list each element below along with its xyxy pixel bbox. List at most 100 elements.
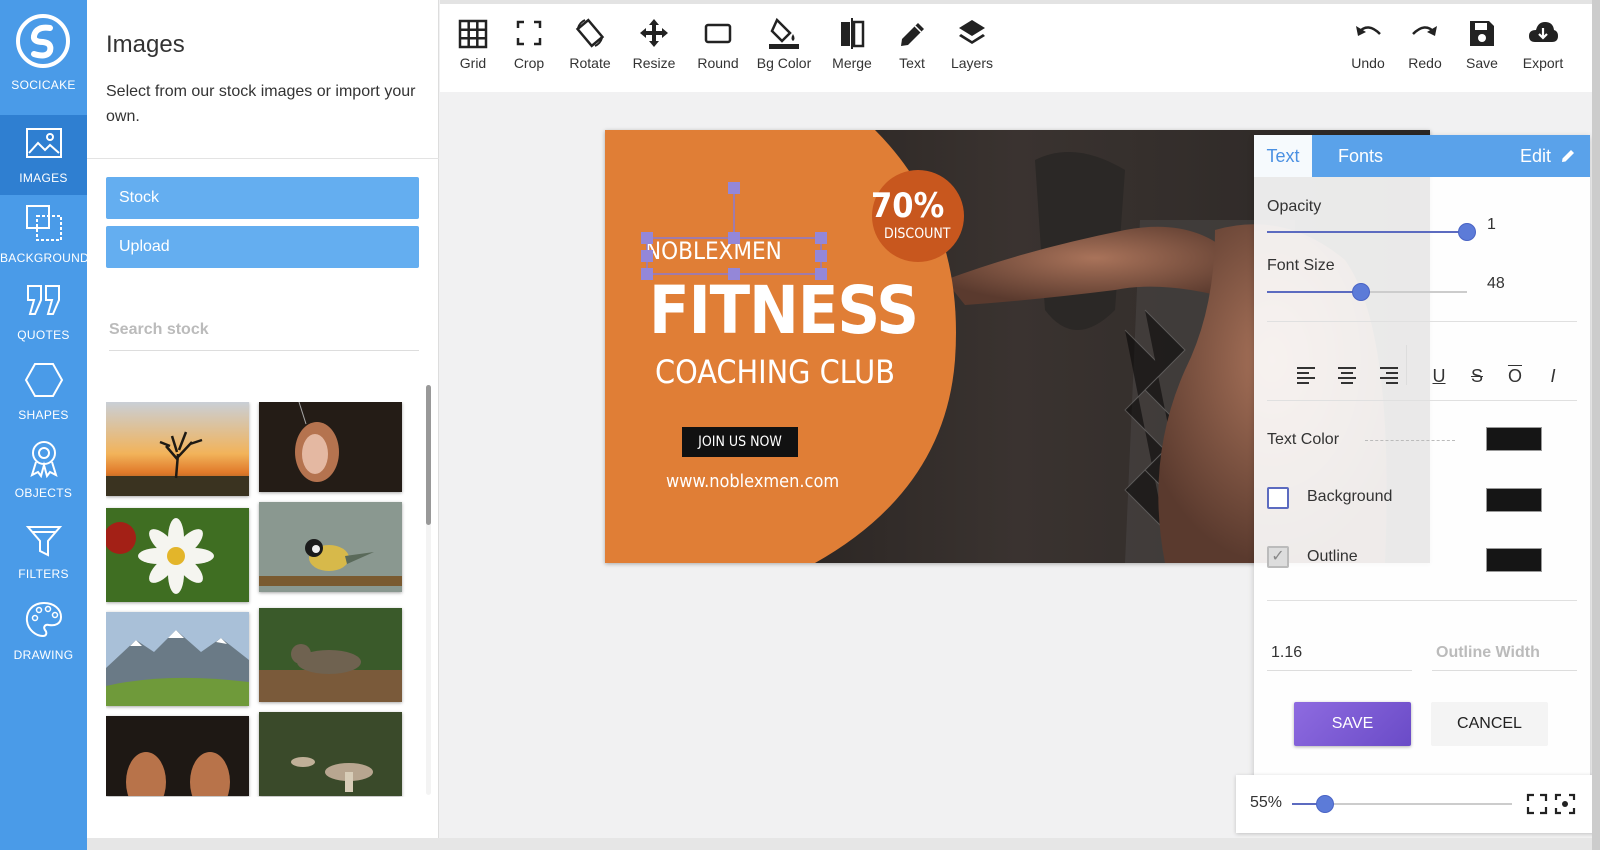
opacity-value: 1 [1487, 216, 1496, 233]
overline-icon[interactable]: O [1500, 363, 1530, 389]
upload-button[interactable]: Upload [106, 226, 419, 268]
text-properties-panel: Text Fonts Edit Opacity 1 Font Size 48 U… [1254, 135, 1590, 785]
stock-thumb-mountains[interactable] [106, 612, 249, 706]
background-color-swatch[interactable] [1486, 488, 1542, 512]
nav-label-quotes: QUOTES [17, 328, 70, 342]
properties-tabs: Text Fonts Edit [1254, 135, 1590, 177]
font-size-slider-thumb[interactable] [1352, 283, 1370, 301]
outline-label: Outline [1307, 548, 1358, 565]
design-subheadline[interactable]: COACHING CLUB [655, 353, 895, 391]
cancel-button[interactable]: CANCEL [1431, 702, 1548, 746]
opacity-label: Opacity [1267, 198, 1322, 215]
props-divider [1267, 321, 1577, 322]
align-right-icon[interactable] [1374, 363, 1404, 389]
text-color-swatch[interactable] [1486, 427, 1542, 451]
layers-button[interactable]: Layers [932, 16, 1012, 71]
stock-thumb-tree-sunset[interactable] [106, 402, 249, 496]
nav-item-images[interactable]: IMAGES [0, 115, 87, 195]
selection-box[interactable] [641, 180, 836, 280]
opacity-slider-thumb[interactable] [1458, 223, 1476, 241]
stock-thumb-ham-2[interactable] [106, 716, 249, 796]
text-color-label: Text Color [1267, 431, 1340, 448]
line-height-input[interactable] [1267, 635, 1412, 671]
design-url[interactable]: www.noblexmen.com [666, 471, 839, 492]
nav-label-background: BACKGROUND [0, 251, 90, 265]
edit-button[interactable]: Edit [1520, 135, 1576, 177]
font-size-slider-fill [1267, 291, 1361, 293]
panel-title: Images [106, 31, 185, 58]
save-toolbar-button[interactable]: Save [1452, 16, 1512, 71]
stock-thumb-ham[interactable] [259, 402, 402, 492]
stock-thumb-daisy[interactable] [106, 508, 249, 602]
align-left-icon[interactable] [1291, 363, 1321, 389]
stock-gallery [106, 402, 406, 797]
design-cta[interactable]: JOIN US NOW [682, 427, 798, 457]
format-divider [1406, 345, 1407, 385]
nav-item-drawing[interactable]: DRAWING [0, 592, 87, 672]
nav-item-objects[interactable]: OBJECTS [0, 430, 87, 510]
italic-icon[interactable]: I [1538, 363, 1568, 389]
funnel-icon [25, 526, 63, 557]
nav-item-background[interactable]: BACKGROUND [0, 195, 90, 275]
images-panel: Images Select from our stock images or i… [87, 0, 439, 850]
merge-icon [841, 18, 865, 49]
save-button[interactable]: SAVE [1294, 702, 1411, 746]
background-checkbox[interactable] [1267, 487, 1289, 509]
palette-icon [25, 601, 63, 638]
text-color-guide [1365, 440, 1455, 441]
undo-button[interactable]: Undo [1338, 16, 1398, 71]
strikethrough-icon[interactable]: S [1462, 363, 1492, 389]
props-divider [1267, 600, 1577, 601]
stock-thumb-mushrooms[interactable] [259, 712, 402, 796]
nav-label-objects: OBJECTS [14, 486, 73, 500]
export-button[interactable]: Export [1513, 16, 1573, 71]
tab-fonts[interactable]: Fonts [1338, 135, 1383, 177]
background-label: Background [1307, 488, 1393, 505]
cloud-download-icon [1529, 22, 1558, 42]
search-stock-input[interactable] [109, 309, 419, 351]
stock-thumb-bird[interactable] [259, 502, 402, 592]
tab-text[interactable]: Text [1254, 135, 1312, 177]
nav-item-filters[interactable]: FILTERS [0, 511, 87, 591]
pencil-icon [901, 23, 924, 46]
stock-thumb-cat[interactable] [259, 608, 402, 702]
design-badge-percent[interactable]: 70% [871, 186, 944, 226]
nav-label-images: IMAGES [19, 171, 68, 185]
image-icon [26, 128, 62, 158]
font-size-label: Font Size [1267, 257, 1335, 274]
nav-label-drawing: DRAWING [13, 648, 74, 662]
fit-screen-icon[interactable] [1554, 793, 1576, 815]
design-headline[interactable]: FITNESS [649, 272, 919, 349]
redo-button[interactable]: Redo [1395, 16, 1455, 71]
redo-label: Redo [1408, 55, 1442, 71]
move-icon [640, 19, 668, 47]
floppy-icon [1470, 21, 1494, 46]
nav-item-shapes[interactable]: SHAPES [0, 352, 87, 432]
outline-width-input[interactable] [1432, 635, 1577, 671]
redo-icon [1412, 26, 1437, 36]
design-badge-text[interactable]: DISCOUNT [884, 226, 950, 242]
align-center-icon[interactable] [1332, 363, 1362, 389]
underline-icon[interactable]: U [1424, 363, 1454, 389]
font-size-value: 48 [1487, 275, 1505, 292]
layers-label: Layers [950, 55, 994, 71]
outline-color-swatch[interactable] [1486, 548, 1542, 572]
panel-scrollbar[interactable] [426, 385, 431, 525]
outline-checkbox[interactable]: ✓ [1267, 546, 1289, 568]
paint-bucket-icon [769, 17, 799, 49]
rounded-rect-icon [704, 23, 732, 44]
window-edge [1592, 0, 1600, 850]
export-label: Export [1522, 55, 1564, 71]
nav-item-quotes[interactable]: QUOTES [0, 272, 87, 352]
fullscreen-icon[interactable] [1526, 793, 1548, 815]
nav-label-shapes: SHAPES [18, 408, 69, 422]
app-logo[interactable]: SOCICAKE [0, 0, 87, 98]
save-toolbar-label: Save [1466, 55, 1498, 71]
panel-description: Select from our stock images or import y… [106, 83, 416, 125]
status-strip [87, 838, 1600, 850]
zoom-bar: 55% [1236, 775, 1596, 833]
zoom-slider-thumb[interactable] [1316, 795, 1334, 813]
stock-button[interactable]: Stock [106, 177, 419, 219]
undo-icon [1356, 26, 1381, 36]
left-nav: SOCICAKE IMAGES BACKGROUND QUOTES SHAPES [0, 0, 90, 850]
